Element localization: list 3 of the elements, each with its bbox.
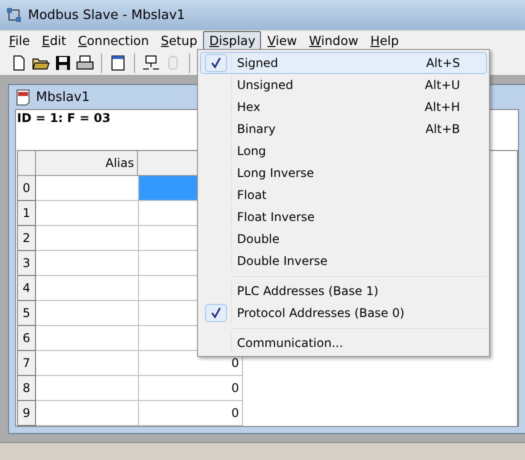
child-window-title: Mbslav1	[36, 90, 90, 104]
window-title: Modbus Slave - Mbslav1	[28, 8, 186, 22]
slave-id-text: ID = 1: F = 03	[16, 110, 110, 125]
